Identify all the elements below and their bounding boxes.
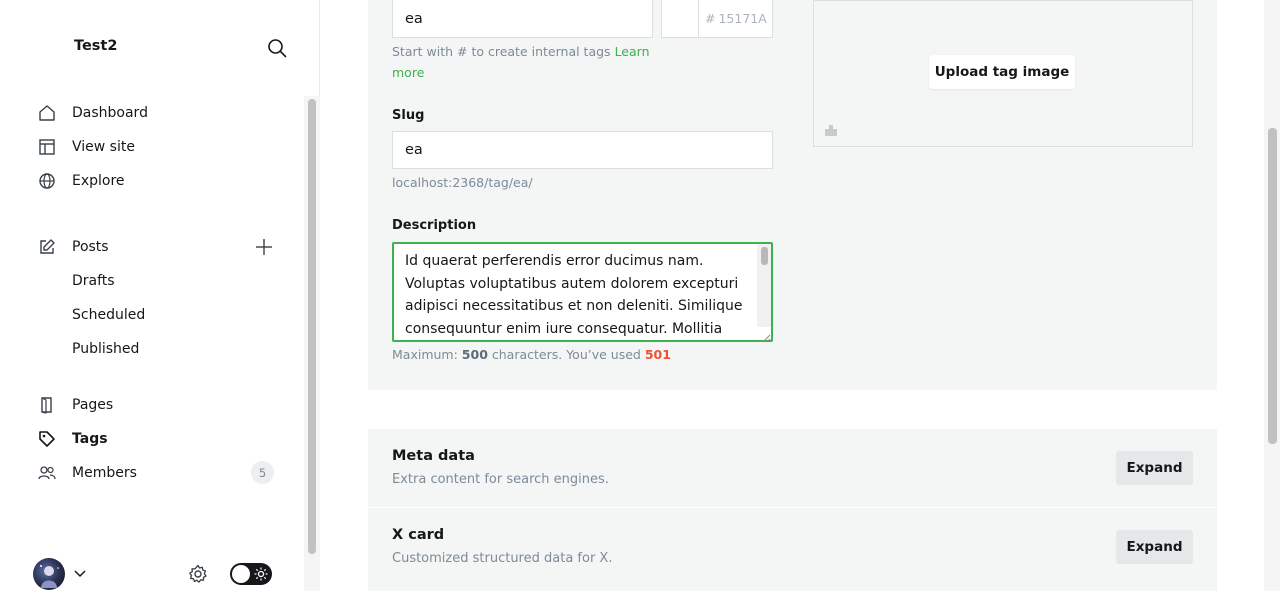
slug-input[interactable]: ea xyxy=(392,131,773,169)
nav-view-site[interactable]: View site xyxy=(36,134,135,160)
theme-toggle[interactable] xyxy=(230,563,272,585)
description-textarea[interactable]: Id quaerat perferendis error ducimus nam… xyxy=(392,242,773,342)
x-card-desc: Customized structured data for X. xyxy=(392,551,613,566)
nav-posts[interactable]: Posts xyxy=(36,234,109,260)
nav-tags-label: Tags xyxy=(72,431,108,447)
members-icon xyxy=(36,462,58,484)
chevron-down-icon[interactable] xyxy=(72,566,88,582)
nav-explore[interactable]: Explore xyxy=(36,168,125,194)
tag-name-input[interactable]: ea xyxy=(392,0,653,38)
nav-members[interactable]: Members xyxy=(36,460,137,486)
description-label: Description xyxy=(392,218,477,233)
count-max: 500 xyxy=(461,347,488,362)
slug-url: localhost:2368/tag/ea/ xyxy=(392,175,533,190)
meta-data-desc: Extra content for search engines. xyxy=(392,472,609,487)
nav-pages-label: Pages xyxy=(72,397,114,413)
search-icon[interactable] xyxy=(264,35,290,61)
nav-published[interactable]: Published xyxy=(72,336,139,362)
gear-icon[interactable] xyxy=(186,562,210,586)
sun-icon xyxy=(253,566,269,582)
nav-scheduled[interactable]: Scheduled xyxy=(72,302,145,328)
nav-pages[interactable]: Pages xyxy=(36,392,113,418)
edit-icon xyxy=(36,236,58,258)
new-post-button[interactable] xyxy=(252,235,276,259)
nav-view-site-label: View site xyxy=(72,139,135,155)
layout-icon xyxy=(36,136,58,158)
meta-data-section: Meta data Extra content for search engin… xyxy=(368,429,1217,507)
tag-name-hint: Start with # to create internal tags Lea… xyxy=(392,41,652,83)
color-placeholder: 15171A xyxy=(718,11,767,26)
home-icon xyxy=(36,102,58,124)
nav-posts-label: Posts xyxy=(72,239,109,255)
meta-data-expand-button[interactable]: Expand xyxy=(1116,451,1193,485)
nav-published-label: Published xyxy=(72,341,140,357)
nav-drafts-label: Drafts xyxy=(72,273,115,289)
upload-tag-image-button[interactable]: Upload tag image xyxy=(929,55,1075,89)
nav-explore-label: Explore xyxy=(72,173,125,189)
x-card-expand-button[interactable]: Expand xyxy=(1116,530,1193,564)
color-hash: # xyxy=(705,11,716,26)
nav-dashboard[interactable]: Dashboard xyxy=(36,100,148,126)
globe-icon xyxy=(36,170,58,192)
tag-name-hint-text: Start with # to create internal tags xyxy=(392,44,611,59)
description-scrollbar-thumb[interactable] xyxy=(761,247,768,265)
resize-handle-icon[interactable] xyxy=(760,328,771,343)
plus-icon xyxy=(256,239,272,255)
nav-scheduled-label: Scheduled xyxy=(72,307,146,323)
nav-dashboard-label: Dashboard xyxy=(72,105,148,121)
count-mid: characters. You’ve used xyxy=(491,347,641,362)
sidebar-scrollbar-thumb[interactable] xyxy=(308,99,316,554)
tag-icon xyxy=(36,428,58,450)
sidebar: Test2 Dashboard View site Explore Posts … xyxy=(0,0,320,591)
x-card-section: X card Customized structured data for X.… xyxy=(368,508,1217,591)
count-prefix: Maximum: xyxy=(392,347,458,362)
nav-tags[interactable]: Tags xyxy=(36,426,108,452)
nav-members-label: Members xyxy=(72,465,137,481)
nav-drafts[interactable]: Drafts xyxy=(72,268,115,294)
slug-label: Slug xyxy=(392,108,425,123)
site-title[interactable]: Test2 xyxy=(74,38,117,54)
main-scrollbar-thumb[interactable] xyxy=(1268,128,1277,444)
count-used: 501 xyxy=(644,347,671,362)
image-icon xyxy=(823,122,839,138)
description-count-hint: Maximum: 500 characters. You’ve used 501 xyxy=(392,347,671,362)
members-count-badge: 5 xyxy=(251,461,274,484)
x-card-title: X card xyxy=(392,527,445,543)
color-hex-input[interactable]: #15171A xyxy=(698,0,773,38)
meta-data-title: Meta data xyxy=(392,448,475,464)
avatar[interactable] xyxy=(33,558,65,590)
pages-icon xyxy=(36,394,58,416)
color-swatch[interactable] xyxy=(661,0,699,38)
toggle-knob xyxy=(232,565,250,583)
